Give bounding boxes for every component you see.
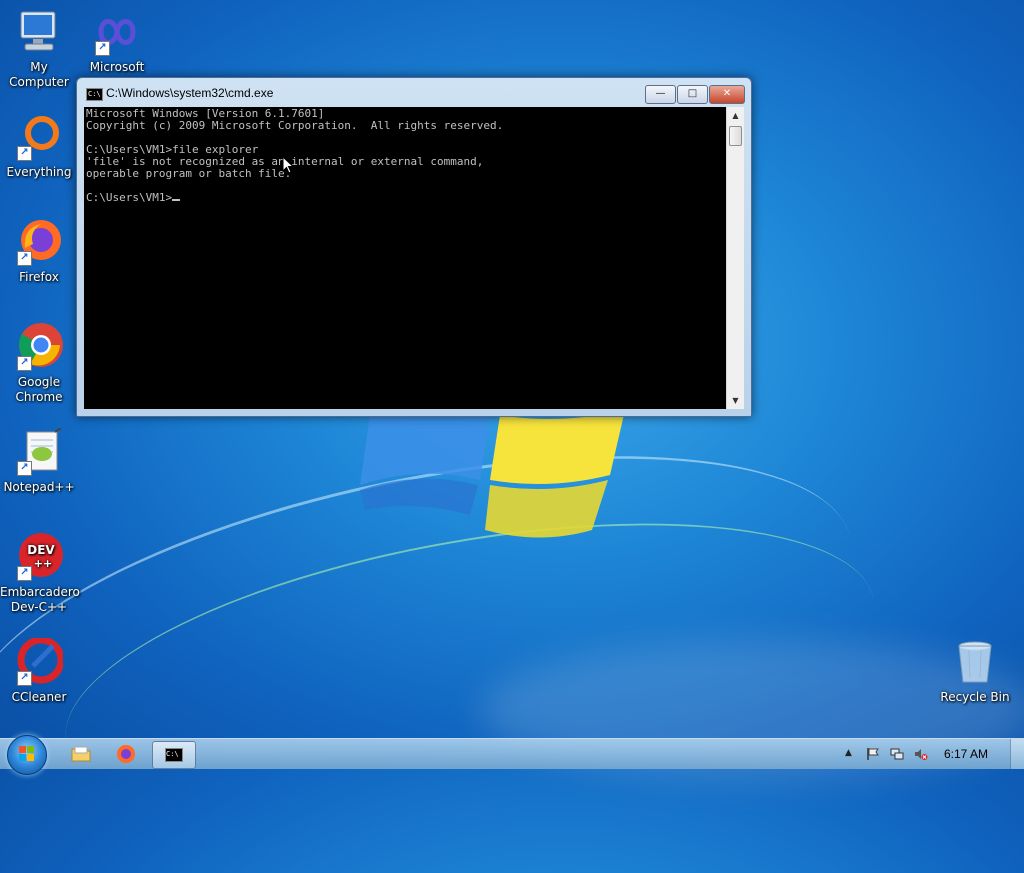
microsoft-icon: ↗ [93, 8, 141, 56]
svg-text:++: ++ [34, 557, 52, 570]
svg-text:DEV: DEV [27, 543, 55, 557]
firefox-icon: ↗ [15, 218, 63, 266]
scroll-down-arrow-icon[interactable]: ▼ [727, 392, 744, 409]
shortcut-arrow-icon: ↗ [95, 41, 110, 56]
desktop-icon-label: CCleaner [11, 690, 67, 704]
console-output[interactable]: Microsoft Windows [Version 6.1.7601] Cop… [84, 107, 726, 409]
taskbar: C:\ ▲ 6:17 AM [0, 735, 1024, 775]
notepad-plus-plus-icon: ↗ [15, 427, 63, 476]
desktop-icon-recycle-bin[interactable]: Recycle Bin [936, 638, 1014, 705]
console-line: Copyright (c) 2009 Microsoft Corporation… [86, 119, 504, 132]
desktop-icon-google-chrome[interactable]: ↗ Google Chrome [0, 323, 78, 405]
title-bar[interactable]: C:\ C:\Windows\system32\cmd.exe — □ ✕ [77, 78, 751, 106]
desktop-icon-label: Google Chrome [15, 375, 63, 404]
desktop-icon-microsoft[interactable]: ↗ Microsoft [78, 8, 156, 75]
text-caret [172, 199, 181, 201]
desktop-icon-label: Everything [6, 165, 72, 179]
cmd-app-icon: C:\ [165, 748, 183, 762]
mouse-cursor-icon [282, 156, 294, 174]
desktop-icon-label: Firefox [19, 270, 59, 284]
maximize-button[interactable]: □ [677, 85, 708, 104]
desktop-icon-everything[interactable]: ↗ Everything [0, 113, 78, 180]
everything-icon: ↗ [15, 113, 63, 161]
minimize-button[interactable]: — [645, 85, 676, 104]
shortcut-arrow-icon: ↗ [17, 671, 32, 686]
vertical-scrollbar[interactable]: ▲ ▼ [726, 107, 744, 409]
scroll-up-arrow-icon[interactable]: ▲ [727, 107, 744, 124]
windows-logo-wallpaper [360, 410, 625, 538]
desktop-icon-ccleaner[interactable]: ↗ CCleaner [0, 636, 78, 705]
action-center-flag-icon[interactable] [866, 747, 880, 761]
desktop-icon-label: Microsoft [89, 60, 145, 74]
desktop-icon-notepad-plus-plus[interactable]: ↗ Notepad++ [0, 427, 78, 495]
taskbar-file-explorer[interactable] [60, 741, 102, 767]
shortcut-arrow-icon: ↗ [17, 356, 32, 371]
desktop-icon-my-computer[interactable]: My Computer [0, 8, 78, 90]
desktop-icon-label: Recycle Bin [940, 690, 1010, 704]
show-hidden-icons-button[interactable]: ▲ [845, 748, 852, 758]
desktop-icon-label: Embarcadero Dev-C++ [0, 585, 80, 614]
desktop-icon-label: Notepad++ [3, 480, 75, 494]
console-prompt: C:\Users\VM1> [86, 191, 173, 204]
folder-icon [71, 746, 91, 762]
desktop-icon-firefox[interactable]: ↗ Firefox [0, 218, 78, 285]
scroll-thumb[interactable] [729, 126, 742, 146]
dev-cpp-icon: DEV ++ ↗ [15, 533, 63, 581]
show-desktop-button[interactable] [1010, 739, 1024, 769]
taskbar-firefox[interactable] [105, 741, 147, 767]
shortcut-arrow-icon: ↗ [17, 146, 32, 161]
my-computer-icon [15, 8, 63, 56]
desktop-icon-dev-cpp[interactable]: DEV ++ ↗ Embarcadero Dev-C++ [0, 533, 80, 615]
recycle-bin-icon [951, 638, 999, 686]
shortcut-arrow-icon: ↗ [17, 566, 32, 581]
shortcut-arrow-icon: ↗ [17, 251, 32, 266]
taskbar-command-prompt[interactable]: C:\ [152, 741, 196, 769]
window-title: C:\Windows\system32\cmd.exe [106, 86, 274, 100]
command-prompt-window[interactable]: C:\ C:\Windows\system32\cmd.exe — □ ✕ Mi… [76, 77, 752, 417]
chrome-icon: ↗ [15, 323, 63, 371]
start-button[interactable] [7, 735, 47, 775]
volume-muted-icon[interactable] [914, 747, 928, 761]
shortcut-arrow-icon: ↗ [17, 461, 32, 476]
close-button[interactable]: ✕ [709, 85, 745, 104]
desktop-icon-label: My Computer [9, 60, 69, 89]
windows-flag-icon [19, 746, 34, 761]
ccleaner-icon: ↗ [15, 636, 65, 686]
cmd-app-icon: C:\ [86, 88, 103, 101]
network-icon[interactable] [890, 747, 904, 761]
console-line: operable program or batch file. [86, 167, 292, 180]
firefox-icon [117, 745, 135, 763]
system-clock[interactable]: 6:17 AM [944, 747, 988, 761]
